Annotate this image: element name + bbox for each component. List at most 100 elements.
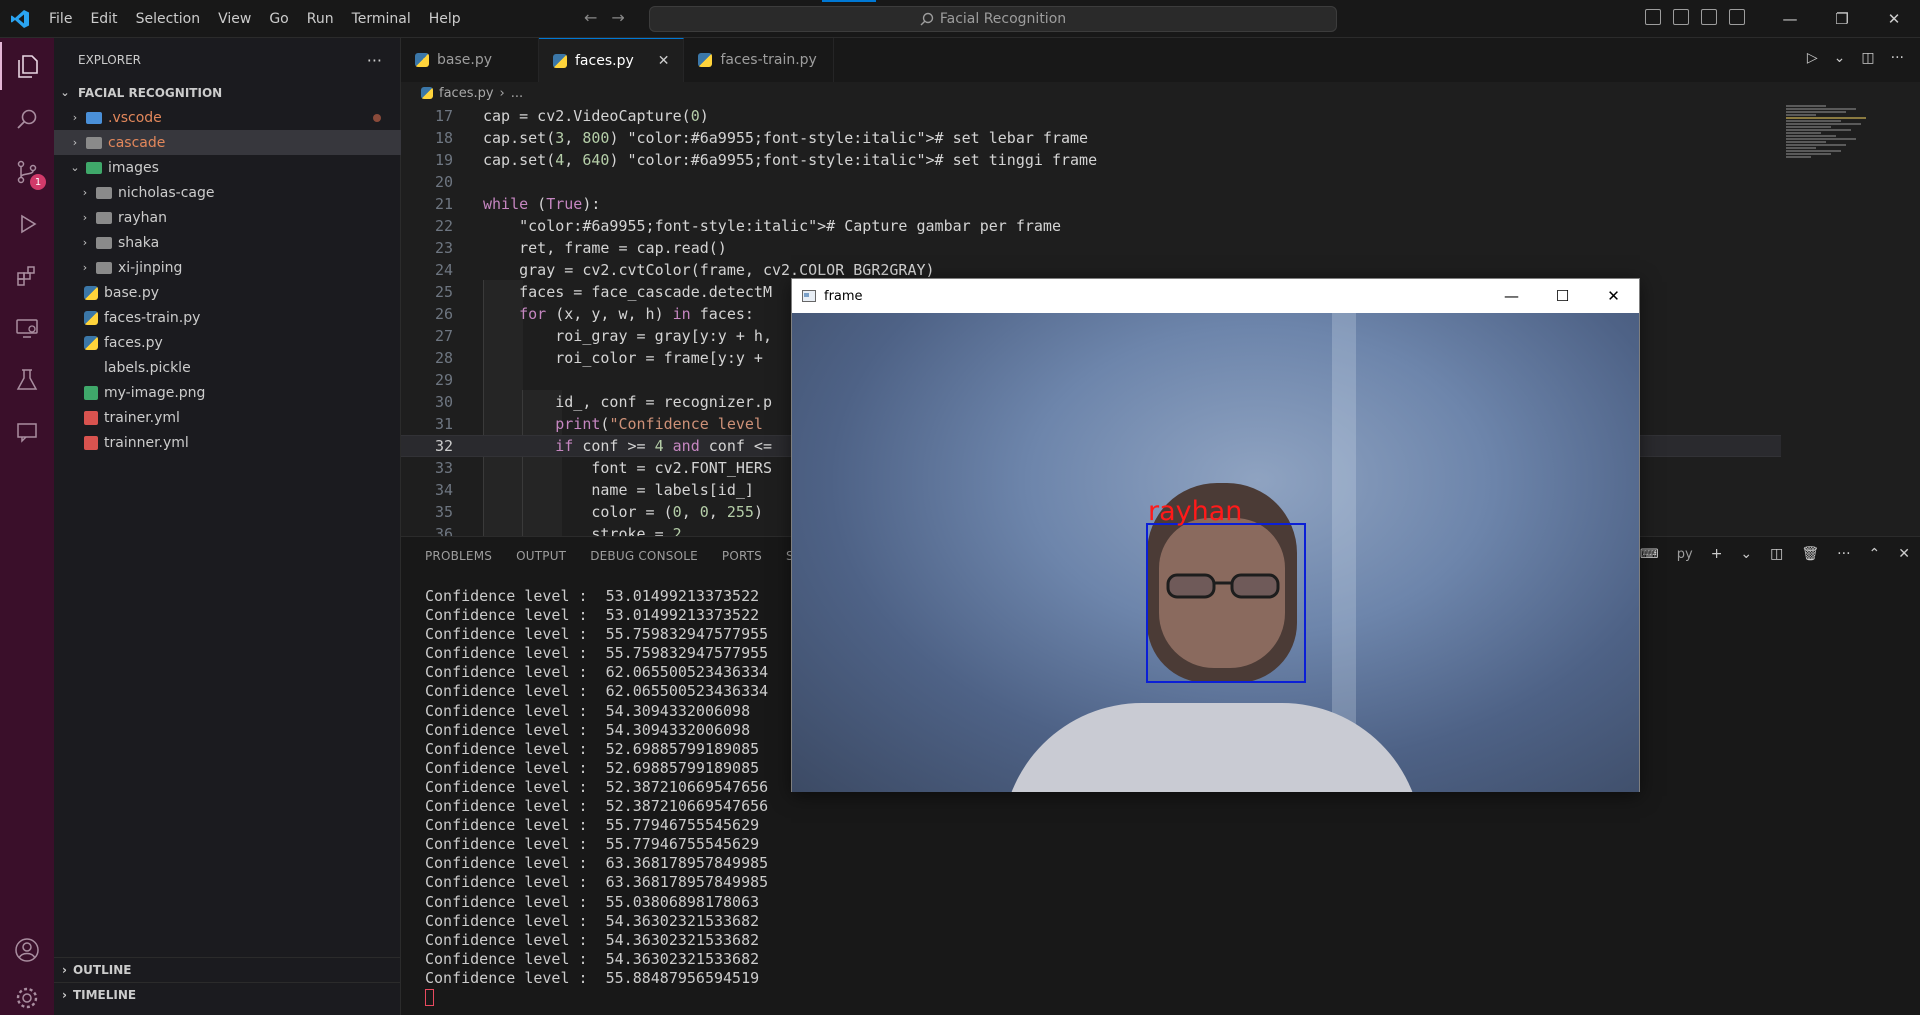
code-line[interactable]: 21 while (True): <box>401 193 1781 215</box>
activity-bar: 1 <box>0 38 54 1015</box>
tree-item-trainer-yml[interactable]: trainer.yml <box>54 405 401 430</box>
code-line[interactable]: 20 <box>401 171 1781 193</box>
terminal-line: Confidence level : 52.387210669547656 <box>425 777 769 796</box>
customize-layout-icon[interactable] <box>1729 9 1745 25</box>
tree-item-images[interactable]: ⌄ images <box>54 155 401 180</box>
line-number: 20 <box>434 173 453 191</box>
account-icon[interactable] <box>0 926 54 974</box>
code-line[interactable]: 22 "color:#6a9955;font-style:italic"># C… <box>401 215 1781 237</box>
terminal-dropdown-chevron-icon[interactable]: ⌄ <box>1740 546 1752 562</box>
new-terminal-icon[interactable]: + <box>1711 546 1723 562</box>
menu-file[interactable]: File <box>40 11 81 27</box>
close-panel-icon[interactable]: ✕ <box>1898 546 1910 562</box>
maximize-panel-icon[interactable]: ⌃ <box>1869 546 1881 562</box>
menu-run[interactable]: Run <box>298 11 343 27</box>
more-actions-icon[interactable]: ··· <box>1837 546 1850 562</box>
run-file-icon[interactable]: ▷ <box>1807 50 1818 66</box>
minimap[interactable] <box>1786 104 1886 224</box>
restore-button[interactable]: ❐ <box>1816 0 1868 38</box>
tab-problems[interactable]: PROBLEMS <box>425 549 492 563</box>
tree-item-cascade[interactable]: › cascade <box>54 130 401 155</box>
breadcrumb-file[interactable]: faces.py <box>439 86 494 101</box>
frame-minimize-button[interactable]: — <box>1486 279 1537 313</box>
tree-item-faces-py[interactable]: faces.py <box>54 330 401 355</box>
tree-item-faces-train-py[interactable]: faces-train.py <box>54 305 401 330</box>
menu-terminal[interactable]: Terminal <box>343 11 420 27</box>
tab-output[interactable]: OUTPUT <box>516 549 566 563</box>
image-file-icon <box>84 385 98 400</box>
tab-ports[interactable]: PORTS <box>722 549 762 563</box>
python-file-icon <box>698 53 713 67</box>
command-center-search[interactable]: Facial Recognition <box>649 6 1337 32</box>
outline-section[interactable]: › OUTLINE <box>54 957 401 982</box>
tree-item-nicholas-cage[interactable]: › nicholas-cage <box>54 180 401 205</box>
code-text: if conf >= 4 and conf <= <box>555 437 772 455</box>
toggle-panel-icon[interactable] <box>1673 9 1689 25</box>
code-line[interactable]: 19 cap.set(4, 640) "color:#6a9955;font-st… <box>401 149 1781 171</box>
explorer-icon[interactable] <box>0 42 54 90</box>
tree-item-labels-pickle[interactable]: labels.pickle <box>54 355 401 380</box>
chevron-down-icon: ⌄ <box>60 86 70 99</box>
more-actions-icon[interactable]: ··· <box>367 51 382 70</box>
breadcrumb-rest[interactable]: ... <box>511 86 523 101</box>
folder-icon <box>96 236 112 249</box>
menu-view[interactable]: View <box>209 11 260 27</box>
split-editor-icon[interactable]: ◫ <box>1861 50 1874 66</box>
python-file-icon <box>84 310 98 325</box>
tree-item-base-py[interactable]: base.py <box>54 280 401 305</box>
toggle-primary-sidebar-icon[interactable] <box>1645 9 1661 25</box>
code-line[interactable]: 18 cap.set(3, 800) "color:#6a9955;font-st… <box>401 127 1781 149</box>
tab-debug-console[interactable]: DEBUG CONSOLE <box>590 549 698 563</box>
code-line[interactable]: 17 cap = cv2.VideoCapture(0) <box>401 105 1781 127</box>
more-actions-icon[interactable]: ··· <box>1891 50 1904 66</box>
search-text: Facial Recognition <box>939 11 1067 27</box>
opencv-frame-window[interactable]: frame — ☐ ✕ rayhan <box>791 278 1640 792</box>
settings-gear-icon[interactable] <box>0 974 54 1015</box>
testing-icon[interactable] <box>0 356 54 404</box>
line-number: 34 <box>434 481 453 499</box>
tree-item-vscode[interactable]: › .vscode <box>54 105 401 130</box>
split-terminal-icon[interactable]: ◫ <box>1770 546 1783 562</box>
tree-item-trainner-yml[interactable]: trainner.yml <box>54 430 401 455</box>
tree-item-xi-jinping[interactable]: › xi-jinping <box>54 255 401 280</box>
workspace-root[interactable]: ⌄ FACIAL RECOGNITION <box>54 80 401 105</box>
forward-arrow-icon[interactable]: → <box>611 8 624 27</box>
frame-close-button[interactable]: ✕ <box>1588 279 1639 313</box>
minimize-button[interactable]: — <box>1764 0 1816 38</box>
code-line[interactable]: 23 ret, frame = cap.read() <box>401 237 1781 259</box>
toggle-secondary-sidebar-icon[interactable] <box>1701 9 1717 25</box>
terminal-output[interactable]: Confidence level : 53.01499213373522 Conf… <box>425 587 768 1007</box>
menu-selection[interactable]: Selection <box>127 11 210 27</box>
close-tab-icon[interactable]: ✕ <box>658 53 670 69</box>
line-number: 22 <box>434 217 453 235</box>
extensions-icon[interactable] <box>0 252 54 300</box>
tree-item-rayhan[interactable]: › rayhan <box>54 205 401 230</box>
menu-help[interactable]: Help <box>420 11 470 27</box>
tree-item-my-image-png[interactable]: my-image.png <box>54 380 401 405</box>
explorer-title: EXPLORER <box>78 53 141 67</box>
tab-faces-train-py[interactable]: faces-train.py <box>684 38 835 82</box>
back-arrow-icon[interactable]: ← <box>584 8 597 27</box>
tab-faces-py[interactable]: faces.py ✕ <box>539 38 685 82</box>
run-dropdown-chevron-icon[interactable]: ⌄ <box>1834 50 1846 66</box>
close-window-button[interactable]: ✕ <box>1868 0 1920 38</box>
menu-go[interactable]: Go <box>260 11 297 27</box>
face-label: rayhan <box>1148 496 1243 527</box>
tree-item-shaka[interactable]: › shaka <box>54 230 401 255</box>
frame-maximize-button[interactable]: ☐ <box>1537 279 1588 313</box>
yaml-file-icon <box>84 435 98 450</box>
terminal-name[interactable]: py <box>1677 547 1693 562</box>
tab-base-py[interactable]: base.py <box>401 38 539 82</box>
chat-icon[interactable] <box>0 408 54 456</box>
source-control-icon[interactable]: 1 <box>0 148 54 196</box>
timeline-section[interactable]: › TIMELINE <box>54 982 401 1007</box>
code-text: roi_gray = gray[y:y + h, <box>483 327 772 345</box>
trash-icon[interactable]: 🗑 <box>1801 546 1819 562</box>
menu-edit[interactable]: Edit <box>81 11 126 27</box>
code-text: roi_color = frame[y:y + <box>483 349 763 367</box>
search-icon[interactable] <box>0 96 54 144</box>
terminal-line: Confidence level : 55.759832947577955 <box>425 644 769 663</box>
window-icon <box>802 290 816 302</box>
remote-explorer-icon[interactable] <box>0 304 54 352</box>
run-debug-icon[interactable] <box>0 200 54 248</box>
